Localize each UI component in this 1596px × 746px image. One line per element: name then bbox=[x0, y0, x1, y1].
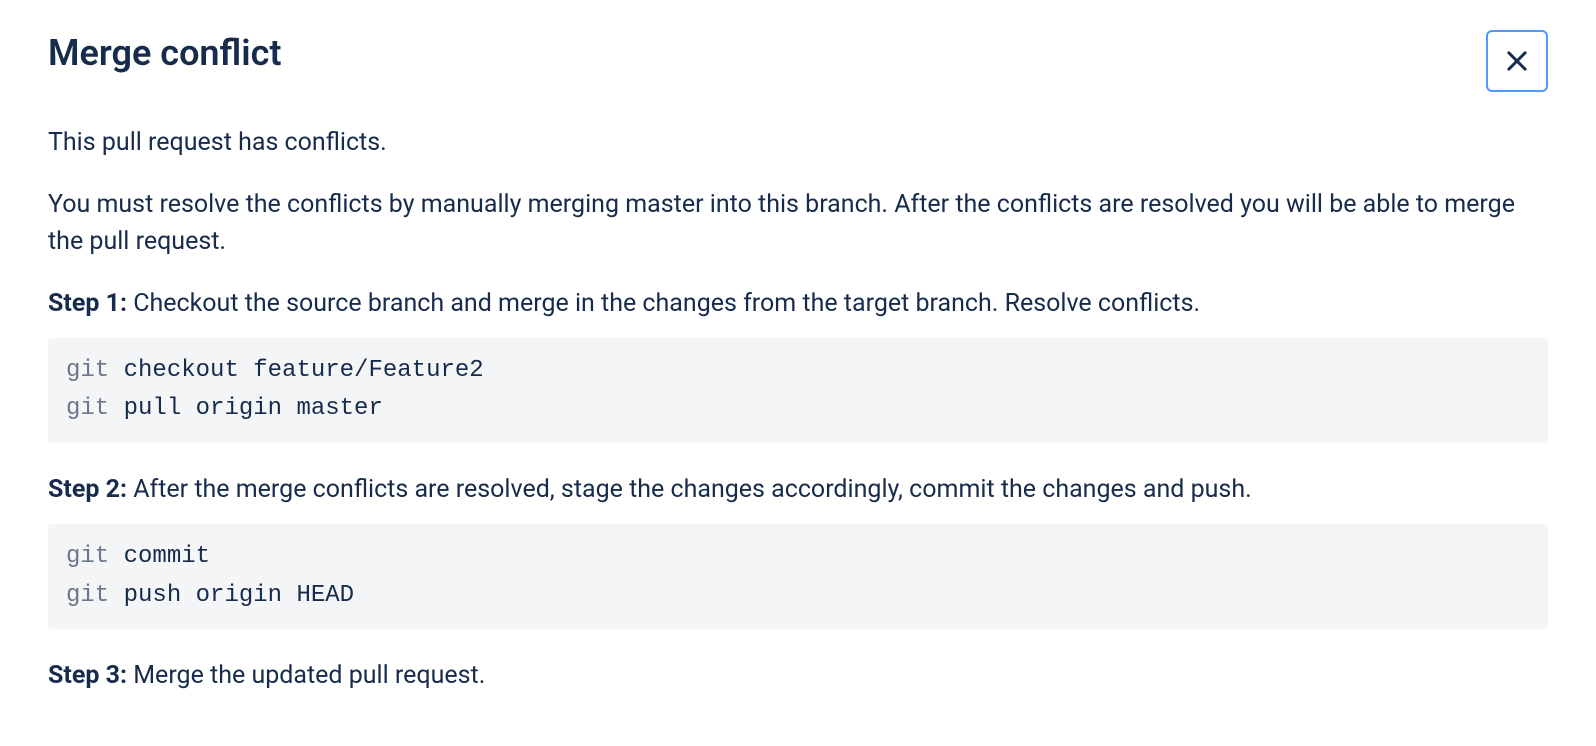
step-3-text: Merge the updated pull request. bbox=[127, 661, 485, 690]
intro-text-2: You must resolve the conflicts by manual… bbox=[48, 186, 1548, 261]
code-keyword: git bbox=[66, 395, 109, 422]
code-text: push origin HEAD bbox=[109, 582, 354, 609]
code-text: commit bbox=[109, 543, 210, 570]
code-text: checkout feature/Feature2 bbox=[109, 357, 483, 384]
dialog-header: Merge conflict bbox=[48, 32, 1548, 92]
code-keyword: git bbox=[66, 357, 109, 384]
step-1-code-block: git checkout feature/Feature2 git pull o… bbox=[48, 338, 1548, 443]
step-2-code-block: git commit git push origin HEAD bbox=[48, 524, 1548, 629]
close-icon bbox=[1503, 47, 1531, 75]
step-3-line: Step 3: Merge the updated pull request. bbox=[48, 657, 1548, 695]
step-1-text: Checkout the source branch and merge in … bbox=[127, 289, 1200, 318]
close-button[interactable] bbox=[1486, 30, 1548, 92]
code-text: pull origin master bbox=[109, 395, 383, 422]
dialog-title: Merge conflict bbox=[48, 32, 281, 75]
step-1-line: Step 1: Checkout the source branch and m… bbox=[48, 285, 1548, 323]
step-3-label: Step 3: bbox=[48, 661, 127, 690]
step-1-label: Step 1: bbox=[48, 289, 127, 318]
intro-text-1: This pull request has conflicts. bbox=[48, 124, 1548, 162]
code-keyword: git bbox=[66, 582, 109, 609]
code-keyword: git bbox=[66, 543, 109, 570]
step-2-label: Step 2: bbox=[48, 475, 127, 504]
step-2-line: Step 2: After the merge conflicts are re… bbox=[48, 471, 1548, 509]
step-2-text: After the merge conflicts are resolved, … bbox=[127, 475, 1252, 504]
